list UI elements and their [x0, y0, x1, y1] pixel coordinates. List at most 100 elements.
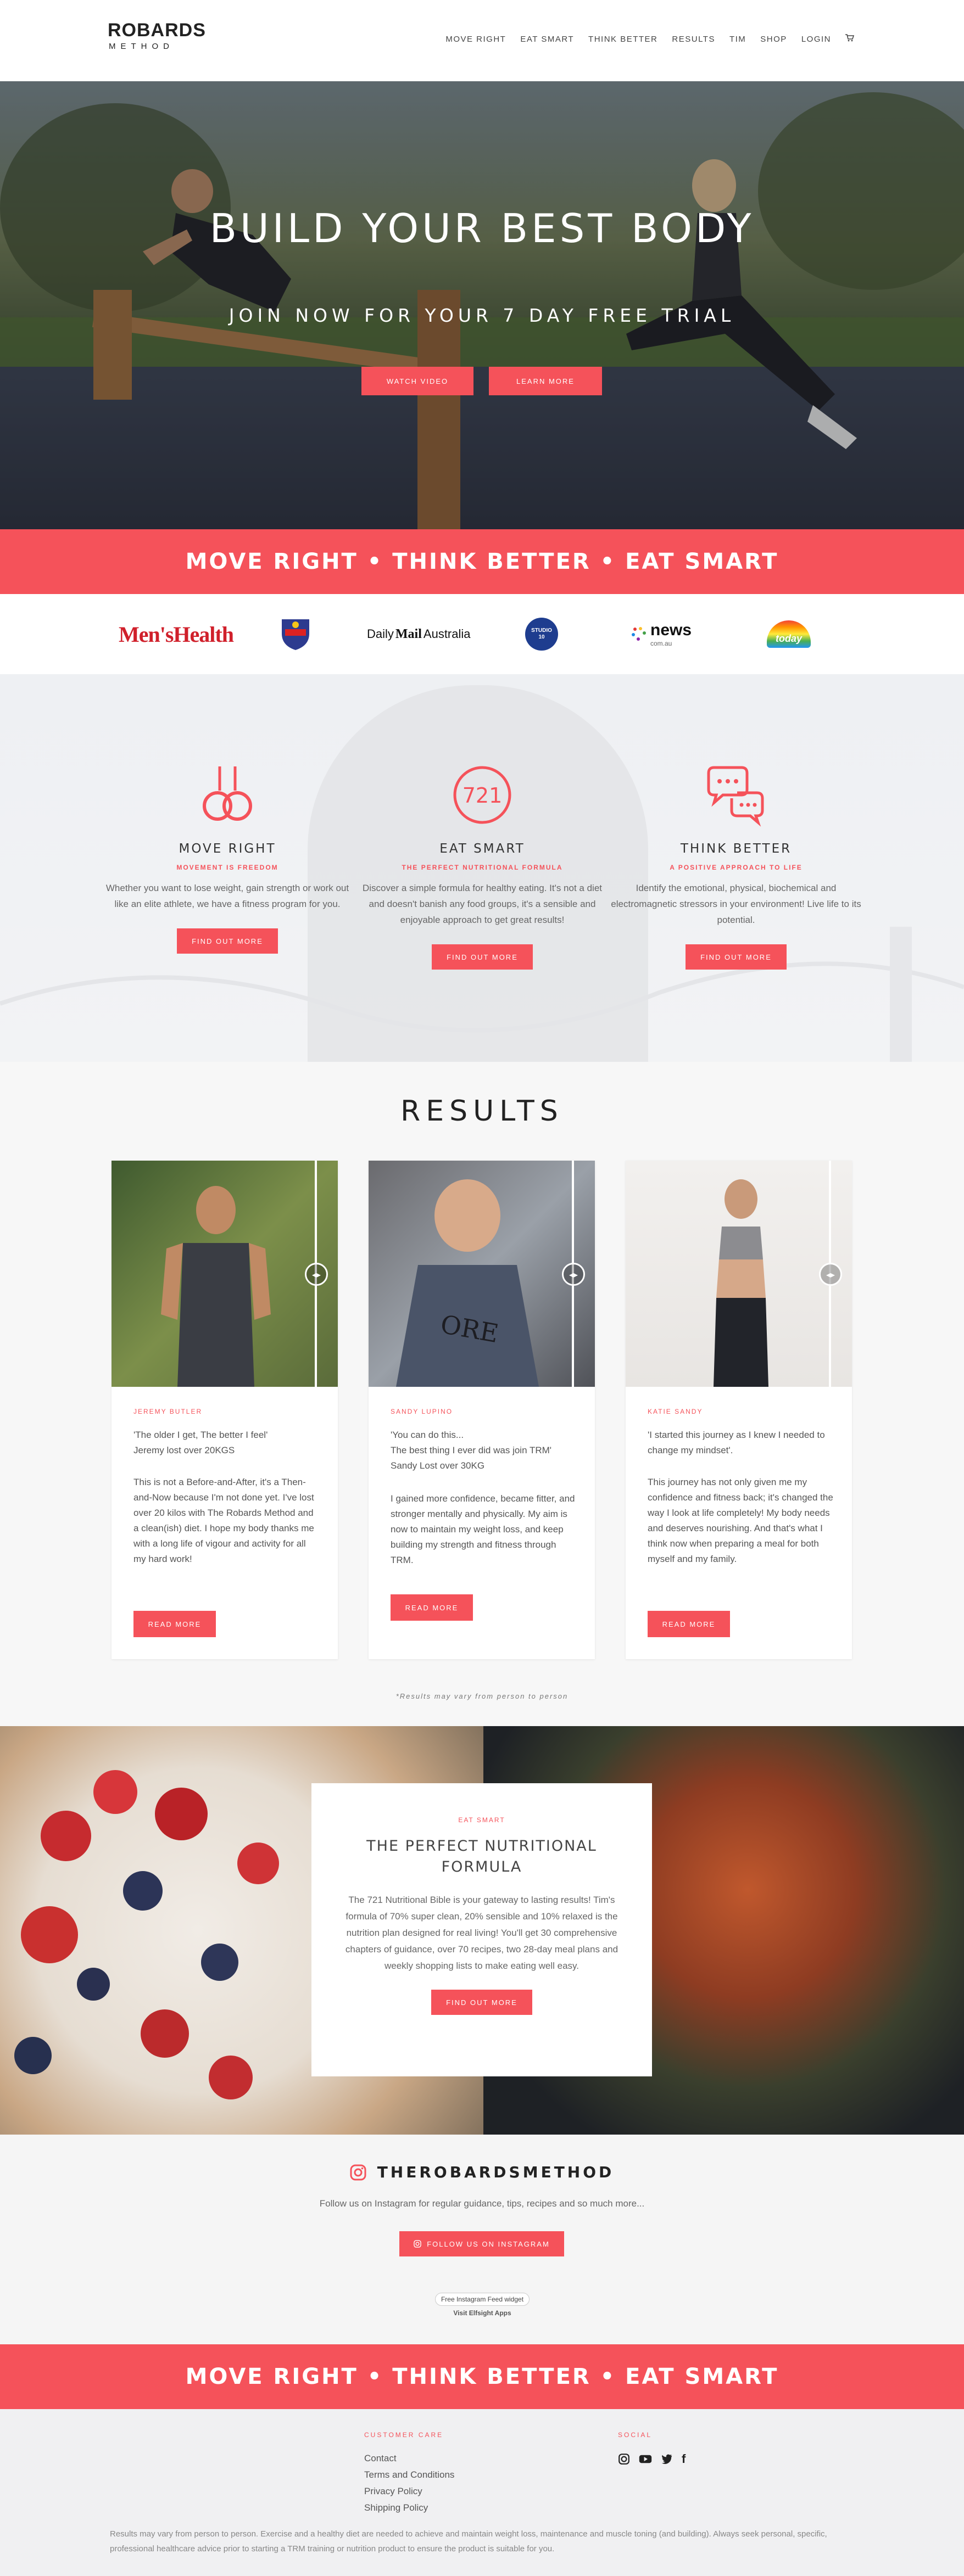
pillar-eat-smart: 721 EAT SMART THE PERFECT NUTRITIONAL FO… — [356, 762, 609, 970]
site-header: ROBARDS METHOD MOVE RIGHT EAT SMART THIN… — [0, 0, 964, 81]
tagline-banner: MOVE RIGHT • THINK BETTER • EAT SMART — [0, 529, 964, 594]
result-card: ◂▸ JEREMY BUTLER 'The older I get, The b… — [112, 1161, 338, 1659]
food-feature-card: EAT SMART THE PERFECT NUTRITIONAL FORMUL… — [311, 1783, 652, 2076]
read-more-button[interactable]: READ MORE — [391, 1594, 473, 1621]
result-quote: 'You can do this... The best thing I eve… — [391, 1430, 552, 1471]
find-out-more-button[interactable]: FIND OUT MORE — [686, 944, 787, 970]
read-more-button[interactable]: READ MORE — [133, 1611, 216, 1637]
result-quote: 'The older I get, The better I feel' Jer… — [133, 1430, 268, 1455]
results-section: RESULTS ◂▸ JEREMY BUTLER 'The older I ge… — [0, 1062, 964, 1726]
watch-video-button[interactable]: WATCH VIDEO — [361, 367, 473, 395]
result-card: ORE ◂▸ SANDY LUPINO 'You can do this... … — [369, 1161, 595, 1659]
pillar-move-right: MOVE RIGHT MOVEMENT IS FREEDOM Whether y… — [101, 762, 354, 954]
find-out-more-button[interactable]: FIND OUT MORE — [431, 1990, 532, 2015]
slider-handle-icon[interactable]: ◂▸ — [305, 1263, 328, 1286]
person-figure — [714, 1179, 768, 1387]
pillar-title: MOVE RIGHT — [179, 842, 276, 856]
pillar-description: Discover a simple formula for healthy ea… — [362, 883, 602, 925]
news-sub-text: com.au — [650, 640, 672, 647]
today-logo: today — [767, 620, 811, 648]
cart-icon[interactable] — [845, 34, 855, 44]
twitter-icon[interactable] — [661, 2453, 673, 2465]
logo-line2: METHOD — [109, 42, 174, 51]
chat-bubbles-icon — [707, 766, 764, 827]
food-description: The 721 Nutritional Bible is your gatewa… — [345, 1895, 618, 1971]
nav-eat-smart[interactable]: EAT SMART — [520, 35, 574, 44]
nav-think-better[interactable]: THINK BETTER — [588, 35, 657, 44]
logo[interactable]: ROBARDS METHOD — [108, 16, 218, 60]
food-eyebrow: EAT SMART — [458, 1816, 505, 1824]
rings-icon — [203, 766, 252, 821]
slider-handle-icon[interactable]: ◂▸ — [819, 1263, 842, 1286]
721-icon-text: 721 — [463, 783, 503, 808]
widget-pill[interactable]: Free Instagram Feed widget — [434, 2293, 530, 2306]
person-figure: ORE — [396, 1179, 539, 1387]
instagram-icon — [414, 2240, 421, 2248]
slider-handle-icon[interactable]: ◂▸ — [562, 1263, 585, 1286]
footer-link-terms[interactable]: Terms and Conditions — [364, 2469, 454, 2480]
news-dots-icon — [632, 627, 646, 641]
facebook-icon[interactable]: f — [682, 2453, 686, 2465]
footer-link-contact[interactable]: Contact — [364, 2453, 397, 2464]
footer-link-privacy[interactable]: Privacy Policy — [364, 2486, 422, 2497]
nav-shop[interactable]: SHOP — [760, 35, 787, 44]
social-title: SOCIAL — [618, 2431, 653, 2439]
today-text: today — [775, 633, 802, 644]
result-name: KATIE SANDY — [648, 1408, 703, 1415]
result-quote: 'I started this journey as I knew I need… — [648, 1430, 825, 1455]
pillar-think-better: THINK BETTER A POSITIVE APPROACH TO LIFE… — [610, 762, 862, 970]
widget-link[interactable]: Visit Elfsight Apps — [417, 2309, 547, 2317]
read-more-button[interactable]: READ MORE — [648, 1611, 730, 1637]
before-after-photo[interactable]: ORE ◂▸ — [369, 1161, 595, 1387]
instagram-icon[interactable] — [618, 2453, 630, 2465]
results-disclaimer: *Results may vary from person to person — [395, 1692, 569, 1700]
elfsight-widget-credit: Free Instagram Feed widget Visit Elfsigh… — [417, 2293, 547, 2317]
logo-line1: ROBARDS — [108, 20, 206, 41]
food-title: THE PERFECT NUTRITIONAL FORMULA — [366, 1838, 597, 1875]
news-logo: news com.au — [631, 620, 692, 648]
main-nav: MOVE RIGHT EAT SMART THINK BETTER RESULT… — [445, 34, 855, 44]
result-story: I gained more confidence, became fitter,… — [391, 1493, 575, 1565]
result-name: JEREMY BUTLER — [133, 1408, 203, 1415]
shield-logo — [277, 619, 314, 650]
pillar-subtitle: MOVEMENT IS FREEDOM — [176, 864, 278, 871]
site-footer: CUSTOMER CARE Contact Terms and Conditio… — [0, 2409, 964, 2576]
nav-tim[interactable]: TIM — [729, 35, 746, 44]
pillar-subtitle: A POSITIVE APPROACH TO LIFE — [670, 864, 803, 871]
tagline-banner: MOVE RIGHT • THINK BETTER • EAT SMART — [0, 2344, 964, 2409]
results-title: RESULTS — [400, 1095, 564, 1128]
person-figure — [161, 1186, 271, 1387]
daily-mail-text-1: Daily — [367, 627, 394, 641]
nav-login[interactable]: LOGIN — [801, 35, 831, 44]
pillar-description: Whether you want to lose weight, gain st… — [105, 883, 349, 909]
before-after-photo[interactable]: ◂▸ — [626, 1161, 852, 1387]
learn-more-button[interactable]: LEARN MORE — [489, 367, 602, 395]
before-after-photo[interactable]: ◂▸ — [112, 1161, 338, 1387]
youtube-icon[interactable] — [639, 2453, 652, 2465]
nav-move-right[interactable]: MOVE RIGHT — [445, 35, 506, 44]
daily-mail-text-2: Mail — [395, 626, 422, 641]
result-card: ◂▸ KATIE SANDY 'I started this journey a… — [626, 1161, 852, 1659]
studio10-text: STUDIO 10 — [525, 618, 558, 651]
instagram-handle[interactable]: THEROBARDSMETHOD — [377, 2163, 615, 2181]
721-icon: 721 — [453, 766, 511, 824]
pillar-title: THINK BETTER — [680, 842, 792, 856]
result-story: This journey has not only given me my co… — [648, 1477, 833, 1564]
mens-health-logo: Men'sHealth — [119, 620, 234, 648]
find-out-more-button[interactable]: FIND OUT MORE — [177, 928, 278, 954]
social-icons: f — [618, 2453, 686, 2465]
result-story: This is not a Before-and-After, it's a T… — [133, 1477, 314, 1564]
footer-disclaimer: Results may vary from person to person. … — [110, 2529, 827, 2553]
footer-link-shipping[interactable]: Shipping Policy — [364, 2502, 428, 2513]
instagram-section: THEROBARDSMETHOD Follow us on Instagram … — [0, 2135, 964, 2344]
pillar-subtitle: THE PERFECT NUTRITIONAL FORMULA — [402, 864, 563, 871]
daily-mail-text-3: Australia — [423, 627, 471, 641]
eat-smart-feature: EAT SMART THE PERFECT NUTRITIONAL FORMUL… — [0, 1726, 964, 2135]
nav-results[interactable]: RESULTS — [672, 35, 715, 44]
pillar-title: EAT SMART — [439, 842, 525, 856]
hero-title: BUILD YOUR BEST BODY — [209, 205, 755, 251]
news-text: news — [650, 621, 692, 639]
follow-instagram-label: FOLLOW US ON INSTAGRAM — [427, 2239, 550, 2248]
follow-instagram-button[interactable]: FOLLOW US ON INSTAGRAM — [399, 2231, 564, 2256]
find-out-more-button[interactable]: FIND OUT MORE — [432, 944, 533, 970]
